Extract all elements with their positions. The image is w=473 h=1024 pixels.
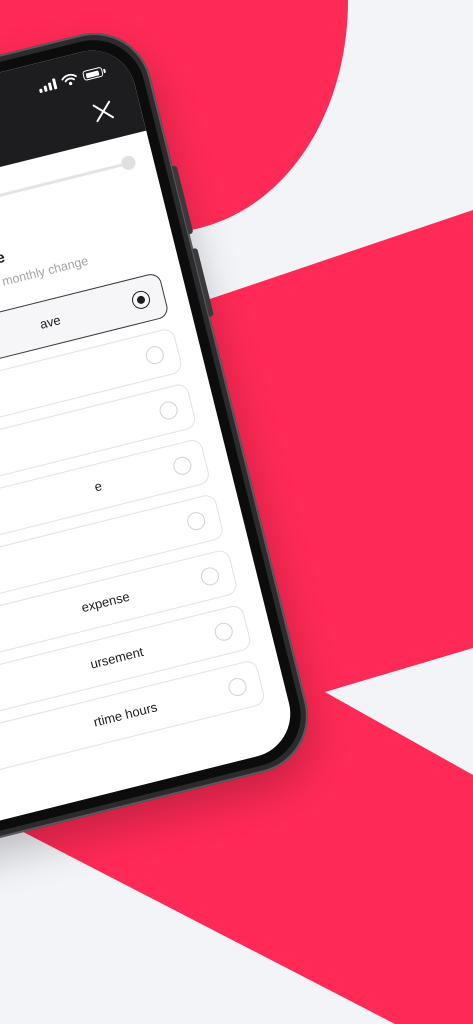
radio-icon[interactable] — [185, 510, 208, 533]
modal-header — [0, 41, 147, 234]
radio-selected-icon[interactable] — [130, 288, 152, 311]
radio-icon[interactable] — [212, 620, 235, 643]
option-label: expense — [79, 588, 132, 616]
option-label: rtime hours — [91, 699, 159, 730]
status-bar — [37, 66, 104, 94]
progress-slider-thumb[interactable] — [119, 154, 137, 172]
wifi-icon — [61, 73, 77, 86]
radio-icon[interactable] — [143, 344, 166, 367]
section-title: ype — [0, 248, 7, 272]
progress-slider-track — [0, 161, 130, 257]
close-icon[interactable] — [88, 96, 120, 128]
radio-icon[interactable] — [171, 454, 194, 477]
battery-icon — [81, 66, 104, 82]
radio-icon[interactable] — [199, 565, 221, 588]
radio-icon[interactable] — [226, 676, 249, 698]
signal-icon — [37, 77, 58, 93]
radio-icon[interactable] — [157, 399, 180, 422]
option-label: ursement — [88, 644, 145, 672]
option-label: ave — [38, 312, 63, 332]
section-subtitle: monthly change — [0, 253, 90, 289]
option-label: e — [92, 478, 104, 495]
